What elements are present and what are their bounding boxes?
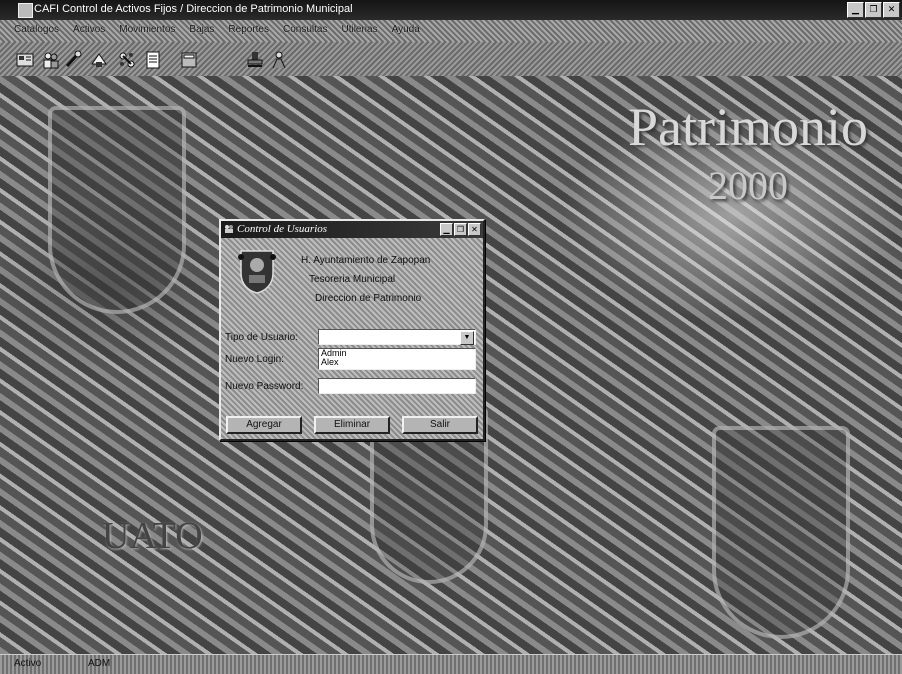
menu-reportes[interactable]: Reportes [228, 24, 269, 35]
dialog-title: Control de Usuarios [237, 223, 328, 235]
login-option[interactable]: Admin [319, 349, 475, 358]
menu-activos[interactable]: Activos [73, 24, 105, 35]
close-icon[interactable]: ✕ [883, 2, 900, 18]
splash-year: 2000 [708, 163, 788, 208]
window-title: CAFI Control de Activos Fijos / Direccio… [34, 3, 353, 15]
calculator-icon[interactable] [178, 49, 200, 71]
dialog-window-controls: ▁ ❐ ✕ [440, 223, 481, 236]
password-label: Nuevo Password: [225, 381, 304, 392]
user-type-select[interactable]: ▼ [318, 329, 476, 345]
org-name: H. Ayuntamiento de Zapopan [301, 255, 431, 266]
coat-of-arms-image [712, 426, 850, 639]
window-controls: ▁ ❐ ✕ [847, 2, 900, 18]
municipal-seal-icon [238, 250, 276, 294]
coat-of-arms-image [48, 106, 186, 314]
menu-bajas[interactable]: Bajas [189, 24, 214, 35]
delete-button[interactable]: Eliminar [314, 416, 390, 434]
minimize-icon[interactable]: ▁ [847, 2, 864, 18]
users-icon[interactable] [40, 49, 62, 71]
exit-button[interactable]: Salir [402, 416, 478, 434]
chevron-down-icon[interactable]: ▼ [460, 331, 474, 345]
tools-icon[interactable] [62, 49, 84, 71]
dialog-title-bar: Control de Usuarios ▁ ❐ ✕ [221, 221, 483, 238]
transfer-icon[interactable] [88, 49, 110, 71]
close-icon[interactable]: ✕ [468, 223, 481, 236]
menu-ayuda[interactable]: Ayuda [392, 24, 420, 35]
main-window: CAFI Control de Activos Fijos / Direccio… [0, 0, 902, 674]
menu-consultas[interactable]: Consultas [283, 24, 327, 35]
org-division: Direccion de Patrimonio [315, 293, 422, 304]
menu-utilerias[interactable]: Utilerias [341, 24, 377, 35]
title-bar: CAFI Control de Activos Fijos / Direccio… [0, 0, 902, 20]
users-icon [225, 225, 233, 233]
person-icon[interactable] [268, 49, 290, 71]
app-icon [18, 3, 33, 18]
minimize-icon[interactable]: ▁ [440, 223, 453, 236]
city-name: UATO [102, 515, 203, 557]
user-type-label: Tipo de Usuario: [225, 332, 298, 343]
org-department: Tesoreria Municipal [309, 274, 396, 285]
restore-icon[interactable]: ❐ [454, 223, 467, 236]
document-icon[interactable] [142, 49, 164, 71]
user-control-dialog: Control de Usuarios ▁ ❐ ✕ H. Ayuntamient… [219, 219, 485, 441]
toolbar [0, 42, 902, 76]
status-user: ADM [88, 658, 111, 669]
menu-movimientos[interactable]: Movimientos [119, 24, 175, 35]
login-label: Nuevo Login: [225, 354, 284, 365]
login-option[interactable]: Alex [319, 358, 475, 367]
password-field[interactable] [318, 378, 476, 394]
add-button[interactable]: Agregar [226, 416, 302, 434]
splash-title: Patrimonio [628, 97, 868, 157]
status-bar: Activo ADM [0, 654, 902, 674]
links-icon[interactable] [116, 49, 138, 71]
menu-catalogos[interactable]: Catalogos [14, 24, 59, 35]
stamp-icon[interactable] [244, 49, 266, 71]
status-left: Activo [14, 658, 42, 669]
login-list[interactable]: Admin Alex [318, 348, 476, 370]
menu-bar: Catalogos Activos Movimientos Bajas Repo… [0, 20, 902, 42]
restore-icon[interactable]: ❐ [865, 2, 882, 18]
inventory-icon[interactable] [14, 49, 36, 71]
